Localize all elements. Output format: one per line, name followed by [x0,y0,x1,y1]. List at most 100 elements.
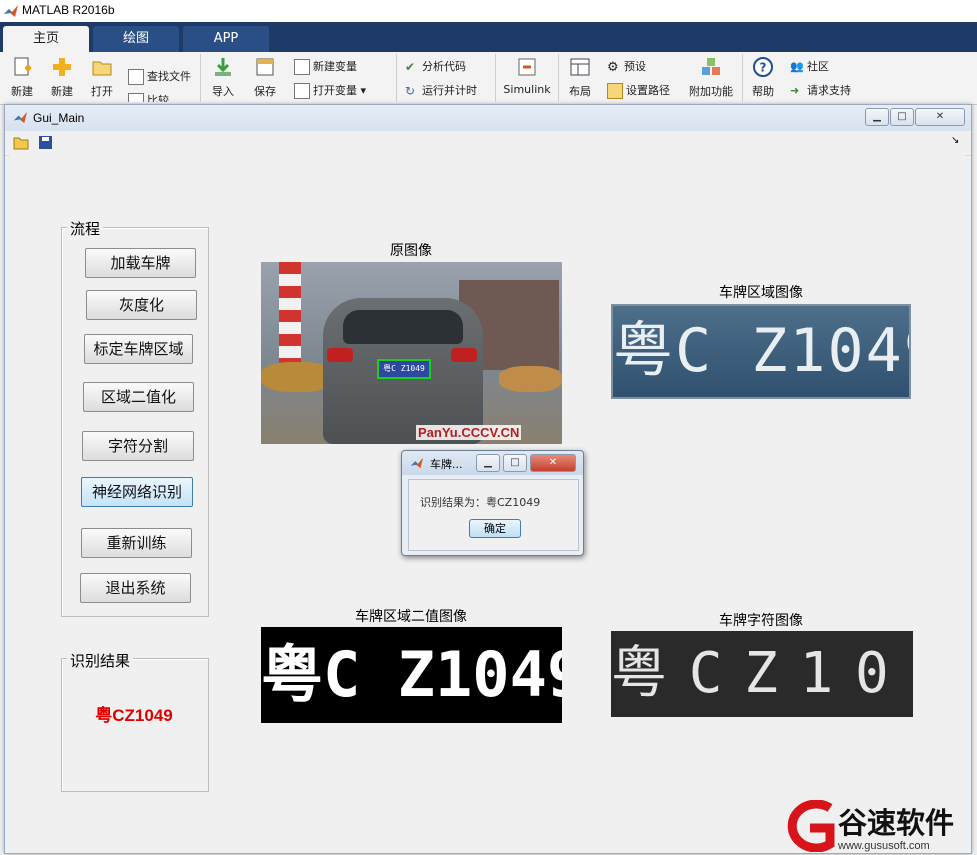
support-icon: ➜ [790,84,800,97]
new-script-button[interactable]: 新建 [6,56,38,99]
save-workspace-icon [256,58,274,76]
folder-icon [92,61,112,76]
car-rear-window [343,310,463,344]
maximize-button[interactable]: □ [890,108,914,126]
layout-button[interactable]: 布局 [565,56,595,99]
dialog-close-button[interactable]: ✕ [530,454,576,472]
run-and-time-button[interactable]: ↻ 运行并计时 [405,82,477,98]
community-button[interactable]: 👥 社区 [790,58,829,74]
original-image-caption: 原图像 [390,243,432,259]
help-label: 帮助 [752,85,774,98]
request-support-label: 请求支持 [807,84,851,97]
segment-chars-button[interactable]: 字符分割 [82,431,194,461]
open-file-icon[interactable] [13,135,29,150]
find-files-button[interactable]: 查找文件 [128,68,191,85]
ribbon-toolbar: 新建 新建 打开 查找文件 比较 导入 保存 新建变量 打开变量 ▾ ✔ 分析代码… [0,52,977,105]
request-support-button[interactable]: ➜ 请求支持 [790,82,851,98]
retrain-button[interactable]: 重新训练 [81,528,192,558]
addons-button[interactable]: 附加功能 [688,56,734,99]
nn-recognize-button[interactable]: 神经网络识别 [81,477,193,507]
gear-icon: ⚙ [607,60,619,75]
plus-icon [53,58,71,76]
dialog-ok-button[interactable]: 确定 [469,519,521,538]
matlab-title-bar: MATLAB R2016b [0,0,977,23]
new-variable-label: 新建变量 [313,60,357,73]
set-path-icon [607,83,623,99]
run-and-time-label: 运行并计时 [422,84,477,97]
dialog-minimize-button[interactable]: ▁ [476,454,500,472]
new-button[interactable]: 新建 [46,56,78,99]
find-files-label: 查找文件 [147,70,191,83]
run-and-time-icon: ↻ [405,84,416,98]
plate-binary-caption: 车牌区域二值图像 [355,609,467,625]
dialog-title: 车牌... [430,458,463,471]
close-button[interactable]: ✕ [915,108,965,126]
brand-url: www.gususoft.com [838,840,930,852]
help-button[interactable]: ? 帮助 [749,56,777,99]
result-panel-title: 识别结果 [67,650,134,671]
layout-icon [570,58,590,76]
open-label: 打开 [91,85,113,98]
new-variable-button[interactable]: 新建变量 [294,58,357,75]
open-button[interactable]: 打开 [86,56,118,99]
compare-icon [128,93,144,102]
compare-button[interactable]: 比较 [128,92,169,102]
community-icon: 👥 [790,60,804,73]
import-icon [215,58,231,76]
layout-label: 布局 [569,85,591,98]
recognition-result: 粤CZ1049 [95,706,173,725]
dialog-title-bar: 车牌... ▁ □ ✕ [402,451,583,475]
set-path-button[interactable]: 设置路径 [607,82,670,99]
dialog-content: 识别结果为：粤CZ1049 确定 [408,479,579,551]
toolbar-dock-icon[interactable]: ↘ [951,135,959,146]
plate-chars-caption: 车牌字符图像 [719,613,803,629]
open-variable-icon [294,83,310,99]
brand-name: 谷速软件 [838,806,955,840]
dropdown-arrow-icon: ▾ [360,84,367,97]
tail-light [327,348,353,362]
addons-icon [702,58,720,75]
load-plate-button[interactable]: 加载车牌 [85,248,196,278]
simulink-button[interactable]: Simulink [502,56,552,96]
matlab-logo-icon [4,5,18,17]
import-button[interactable]: 导入 [208,56,238,99]
dialog-maximize-button[interactable]: □ [503,454,527,472]
car-plate: 粤C Z1049 [377,359,431,379]
dialog-message: 识别结果为：粤CZ1049 [420,496,541,509]
original-image: 粤C Z1049 PanYu.CCCV.CN [261,262,562,444]
exit-button[interactable]: 退出系统 [80,573,191,603]
save-label: 保存 [254,85,276,98]
flower-bed [499,366,562,392]
new-script-icon [14,57,31,76]
analyze-code-label: 分析代码 [422,60,466,73]
ribbon-separator [742,54,743,102]
figure-title: Gui_Main [33,111,85,125]
plate-region-image: 粤C Z1049 [611,304,911,399]
grayscale-button[interactable]: 灰度化 [86,290,197,320]
new-script-label: 新建 [11,85,33,98]
process-panel-title: 流程 [67,218,104,239]
preferences-label: 预设 [624,60,646,73]
figure-toolbar: ↘ [5,131,971,156]
ribbon-separator [200,54,201,102]
tail-light [451,348,477,362]
simulink-icon [518,58,536,76]
save-file-icon[interactable] [38,135,53,150]
ribbon-tab-strip: 主页 绘图 APP [0,22,977,52]
find-files-icon [128,69,144,85]
tab-apps[interactable]: APP [183,26,269,52]
locate-plate-button[interactable]: 标定车牌区域 [84,334,193,364]
minimize-button[interactable]: ▁ [865,108,889,126]
preferences-button[interactable]: ⚙ 预设 [607,58,646,75]
new-variable-icon [294,59,310,75]
process-panel [61,227,209,617]
analyze-code-button[interactable]: ✔ 分析代码 [405,58,466,74]
new-label: 新建 [51,85,73,98]
simulink-label: Simulink [503,83,551,96]
tab-home[interactable]: 主页 [3,26,89,52]
open-variable-button[interactable]: 打开变量 ▾ [294,82,366,99]
save-workspace-button[interactable]: 保存 [250,56,280,99]
binarize-button[interactable]: 区域二值化 [83,382,194,412]
tab-plots[interactable]: 绘图 [93,26,179,52]
addons-label: 附加功能 [689,85,733,98]
